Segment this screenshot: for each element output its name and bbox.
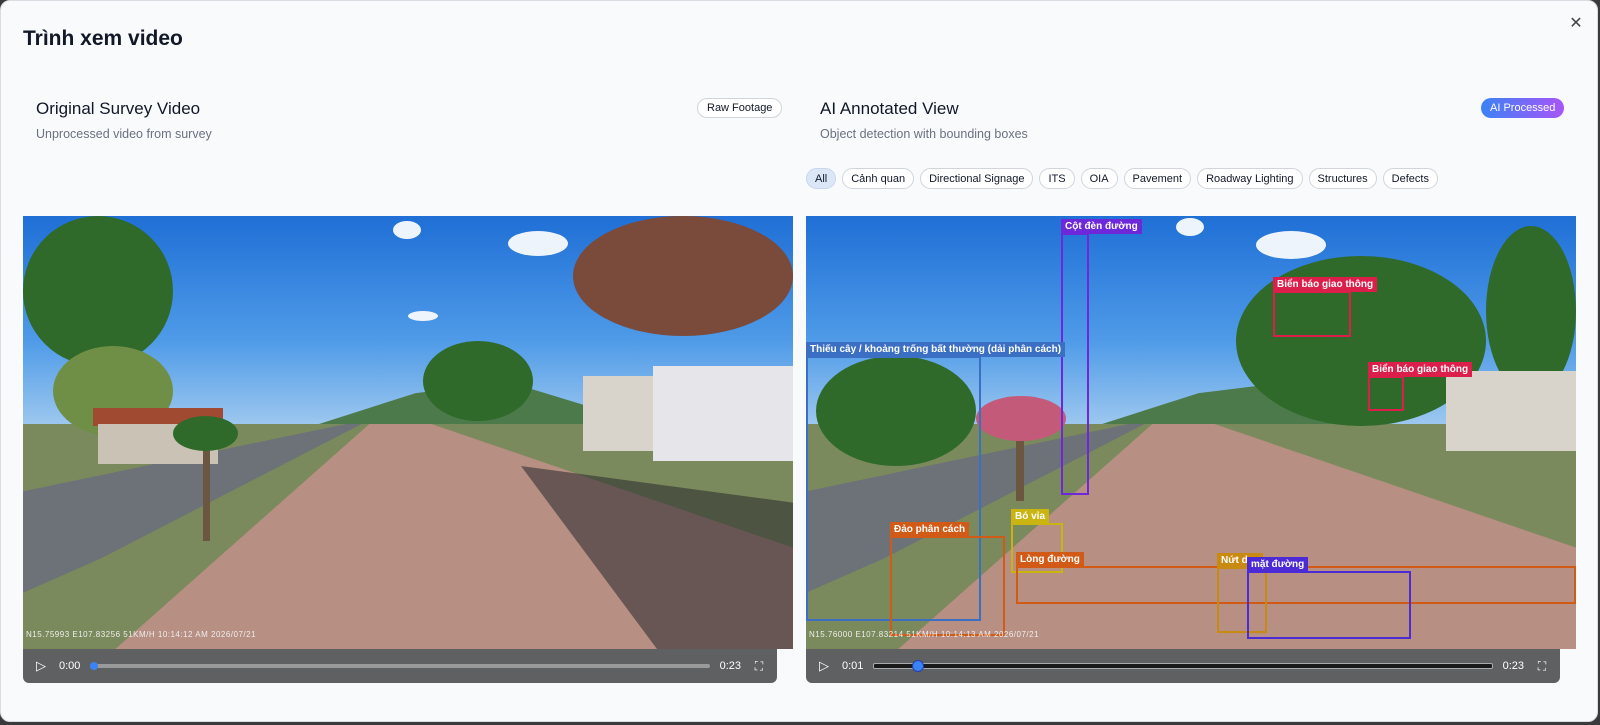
ai-annotated-subtitle: Object detection with bounding boxes [820, 127, 1028, 141]
detection-box-traffic-sign[interactable]: Biển báo giao thông [1273, 277, 1378, 337]
original-video-title: Original Survey Video [36, 99, 201, 118]
seek-bar[interactable] [873, 660, 1493, 672]
play-icon[interactable]: ▷ [816, 658, 832, 674]
detection-label: mặt đường [1247, 557, 1309, 572]
house [653, 366, 793, 461]
flowering-tree [976, 396, 1066, 441]
filter-chip-all[interactable]: All [806, 168, 837, 189]
annotated-video-controls: ▷ 0:01 0:23 ⛶ [806, 649, 1560, 683]
cloud [1256, 231, 1326, 259]
category-filter-bar: All Cảnh quan Directional Signage ITS OI… [806, 168, 1438, 189]
house [1446, 371, 1576, 451]
duration: 0:23 [1502, 660, 1524, 672]
gps-overlay: N15.76000 E107.83214 51KM/H 10:14:13 AM … [809, 630, 1040, 639]
filter-chip-defects[interactable]: Defects [1382, 168, 1438, 189]
close-icon[interactable]: ✕ [1566, 13, 1586, 33]
tree [23, 216, 173, 366]
original-video-subtitle: Unprocessed video from survey [36, 127, 212, 141]
video-viewer-modal: Trình xem video ✕ Original Survey Video … [0, 0, 1598, 722]
play-icon[interactable]: ▷ [33, 658, 49, 674]
filter-chip-canh-quan[interactable]: Cảnh quan [842, 168, 915, 189]
seek-bar[interactable] [89, 662, 710, 670]
seek-handle[interactable] [911, 660, 924, 672]
detection-label: Biển báo giao thông [1368, 362, 1473, 377]
raw-footage-badge: Raw Footage [697, 98, 783, 118]
filter-chip-oia[interactable]: OIA [1080, 168, 1118, 189]
filter-chip-its[interactable]: ITS [1039, 168, 1075, 189]
detection-label: Bó vỉa [1011, 509, 1050, 524]
filter-chip-pavement[interactable]: Pavement [1123, 168, 1192, 189]
detection-label: Biển báo giao thông [1273, 277, 1378, 292]
annotated-video-frame[interactable]: Cột đèn đường Biển báo giao thông Biển b… [806, 216, 1576, 649]
detection-label: Lòng đường [1016, 552, 1084, 567]
cloud [393, 221, 421, 239]
cloud [1176, 218, 1204, 236]
filter-chip-roadway-lighting[interactable]: Roadway Lighting [1197, 168, 1303, 189]
detection-label: Cột đèn đường [1061, 219, 1142, 234]
detection-label: Thiếu cây / khoảng trống bất thường (dải… [806, 342, 1066, 357]
current-time: 0:01 [842, 660, 864, 672]
fullscreen-icon[interactable]: ⛶ [751, 658, 767, 674]
cloud [408, 311, 438, 321]
current-time: 0:00 [59, 660, 81, 672]
filter-chip-structures[interactable]: Structures [1308, 168, 1377, 189]
detection-box-traffic-sign[interactable]: Biển báo giao thông [1368, 362, 1473, 411]
tree [423, 341, 533, 421]
cloud [508, 231, 568, 256]
detection-box-street-light[interactable]: Cột đèn đường [1061, 219, 1142, 495]
duration: 0:23 [719, 660, 741, 672]
original-video-controls: ▷ 0:00 0:23 ⛶ [23, 649, 777, 683]
detection-box-median[interactable]: Đảo phân cách [890, 522, 1005, 636]
fullscreen-icon[interactable]: ⛶ [1534, 658, 1550, 674]
ai-annotated-title: AI Annotated View [820, 99, 959, 118]
modal-title: Trình xem video [23, 27, 183, 50]
original-video-frame[interactable]: N15.75993 E107.83256 51KM/H 10:14:12 AM … [23, 216, 793, 649]
ai-processed-badge: AI Processed [1481, 98, 1565, 118]
gps-overlay: N15.75993 E107.83256 51KM/H 10:14:12 AM … [26, 630, 257, 639]
tree [573, 216, 793, 336]
palm-tree [173, 416, 238, 451]
detection-label: Đảo phân cách [890, 522, 970, 537]
detection-box-road-surface[interactable]: mặt đường [1247, 557, 1411, 639]
filter-chip-directional-signage[interactable]: Directional Signage [920, 168, 1034, 189]
seek-handle[interactable] [89, 662, 98, 670]
